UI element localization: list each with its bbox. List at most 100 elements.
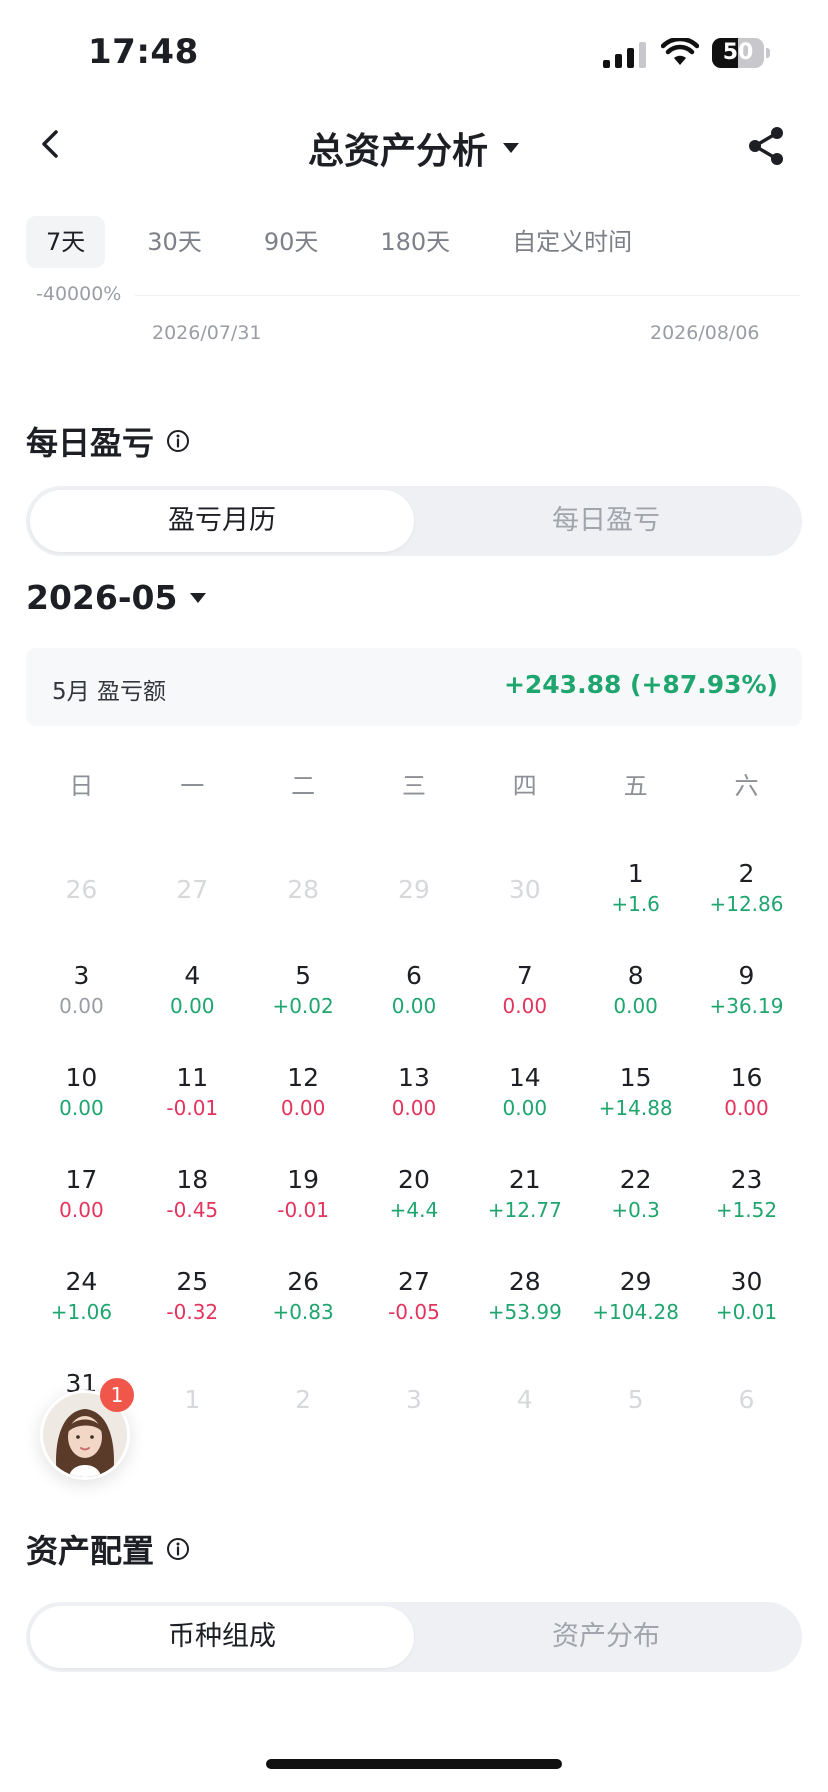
asset-allocation-title: 资产配置	[26, 1532, 155, 1570]
calendar-day[interactable]: 18 -0.45	[137, 1158, 248, 1260]
calendar-day[interactable]: 27 -0.05	[359, 1260, 470, 1362]
calendar-day-pnl: +0.02	[272, 994, 334, 1018]
calendar-day[interactable]: 26 +0.83	[248, 1260, 359, 1362]
range-tab-30d[interactable]: 30天	[127, 216, 222, 268]
calendar-day-number: 2	[295, 1385, 312, 1414]
calendar-day: 6	[691, 1362, 802, 1464]
calendar-day-number: 26	[65, 875, 98, 904]
calendar-day[interactable]: 23 +1.52	[691, 1158, 802, 1260]
calendar-day[interactable]: 28 +53.99	[469, 1260, 580, 1362]
battery-indicator: 50	[712, 38, 770, 68]
calendar-day[interactable]: 24 +1.06	[26, 1260, 137, 1362]
calendar-day-pnl: 0.00	[502, 994, 548, 1018]
calendar-day-pnl: 0.00	[502, 1096, 548, 1120]
battery-percent: 50	[722, 40, 754, 65]
calendar-day[interactable]: 10 0.00	[26, 1056, 137, 1158]
tab-currency-composition[interactable]: 币种组成	[30, 1606, 414, 1668]
calendar-day: 2	[248, 1362, 359, 1464]
calendar-day-number: 19	[287, 1165, 320, 1194]
calendar-day[interactable]: 25 -0.32	[137, 1260, 248, 1362]
calendar-day-pnl: 0.00	[391, 994, 437, 1018]
share-icon[interactable]	[744, 124, 788, 168]
calendar-day[interactable]: 5 +0.02	[248, 954, 359, 1056]
chart-axis-label: -40000%	[36, 283, 122, 305]
calendar-day[interactable]: 19 -0.01	[248, 1158, 359, 1260]
calendar-day-number: 5	[627, 1385, 644, 1414]
calendar-day-pnl: -0.32	[166, 1300, 219, 1324]
calendar-day-number: 27	[398, 1267, 430, 1296]
calendar-day-number: 3	[73, 961, 90, 990]
asset-allocation-heading: 资产配置	[26, 1526, 190, 1572]
status-time: 17:48	[88, 32, 199, 72]
tab-daily-pnl[interactable]: 每日盈亏	[414, 490, 798, 552]
range-tab-7d[interactable]: 7天	[26, 216, 106, 268]
calendar-day: 29	[359, 852, 470, 954]
calendar-day-pnl: 0.00	[391, 1096, 437, 1120]
weekday-label: 日	[69, 772, 94, 800]
calendar-day-number: 23	[730, 1165, 763, 1194]
support-avatar-button[interactable]: 1	[40, 1378, 134, 1480]
calendar-day-number: 4	[184, 961, 201, 990]
calendar-day: 26	[26, 852, 137, 954]
cellular-signal-icon	[603, 42, 646, 68]
calendar-day-number: 28	[508, 1267, 541, 1296]
weekday-label: 六	[734, 772, 759, 800]
calendar-day-number: 21	[508, 1165, 541, 1194]
calendar-day-pnl: 0.00	[59, 1096, 104, 1120]
calendar-day[interactable]: 20 +4.4	[359, 1158, 470, 1260]
calendar-day[interactable]: 2 +12.86	[691, 852, 802, 954]
calendar-day[interactable]: 22 +0.3	[580, 1158, 691, 1260]
info-icon[interactable]	[166, 1537, 190, 1561]
calendar-day[interactable]: 8 0.00	[580, 954, 691, 1056]
calendar-day[interactable]: 7 0.00	[469, 954, 580, 1056]
calendar-day-number: 18	[176, 1165, 209, 1194]
range-tab-custom[interactable]: 自定义时间	[492, 216, 652, 268]
calendar-day: 4	[469, 1362, 580, 1464]
calendar-day-number: 3	[406, 1385, 422, 1414]
calendar-day-pnl: +1.52	[715, 1198, 778, 1222]
calendar-day-pnl: +12.86	[709, 892, 784, 916]
calendar-day[interactable]: 11 -0.01	[137, 1056, 248, 1158]
calendar-day[interactable]: 13 0.00	[359, 1056, 470, 1158]
month-label: 2026-05	[26, 578, 178, 617]
page-title-dropdown[interactable]: 总资产分析	[0, 122, 828, 174]
calendar-day[interactable]: 30 +0.01	[691, 1260, 802, 1362]
tab-pnl-calendar[interactable]: 盈亏月历	[30, 490, 414, 552]
daily-pnl-heading: 每日盈亏	[26, 418, 190, 464]
calendar-day-number: 27	[176, 875, 209, 904]
month-picker[interactable]: 2026-05	[26, 578, 207, 617]
chart-gridline	[135, 295, 800, 296]
calendar-day[interactable]: 6 0.00	[359, 954, 470, 1056]
calendar-day[interactable]: 16 0.00	[691, 1056, 802, 1158]
tab-asset-distribution[interactable]: 资产分布	[414, 1606, 798, 1668]
nav-bar: 总资产分析	[0, 110, 828, 180]
calendar-day-number: 1	[184, 1385, 201, 1414]
calendar-day[interactable]: 12 0.00	[248, 1056, 359, 1158]
calendar-day[interactable]: 29 +104.28	[580, 1260, 691, 1362]
calendar-day-number: 6	[738, 1385, 755, 1414]
weekday-label: 三	[401, 772, 426, 800]
wifi-icon	[661, 38, 699, 65]
calendar-day[interactable]: 1 +1.6	[580, 852, 691, 954]
calendar-day: 3	[359, 1362, 470, 1464]
calendar-day-pnl: +0.83	[272, 1300, 334, 1324]
calendar-day[interactable]: 15 +14.88	[580, 1056, 691, 1158]
calendar-day[interactable]: 4 0.00	[137, 954, 248, 1056]
calendar-day[interactable]: 9 +36.19	[691, 954, 802, 1056]
day-grid: 26 27 28 29 30 1 +1.6 2 +12.86 3 0.00 4 0.00 5 +0.02 6 0…	[26, 852, 802, 1464]
calendar-day[interactable]: 14 0.00	[469, 1056, 580, 1158]
info-icon[interactable]	[166, 429, 190, 453]
calendar-day-number: 16	[730, 1063, 763, 1092]
page-title: 总资产分析	[307, 131, 488, 172]
calendar-day-pnl: 0.00	[170, 994, 215, 1018]
calendar-day-pnl: -0.01	[277, 1198, 329, 1222]
range-tab-90d[interactable]: 90天	[244, 216, 339, 268]
calendar-day[interactable]: 17 0.00	[26, 1158, 137, 1260]
calendar-day[interactable]: 21 +12.77	[469, 1158, 580, 1260]
weekday-label: 二	[291, 772, 316, 800]
calendar-day[interactable]: 3 0.00	[26, 954, 137, 1056]
calendar-day-number: 22	[619, 1165, 652, 1194]
calendar-day-number: 11	[176, 1063, 209, 1092]
range-tab-180d[interactable]: 180天	[360, 216, 470, 268]
calendar-day-pnl: +1.6	[611, 892, 660, 916]
